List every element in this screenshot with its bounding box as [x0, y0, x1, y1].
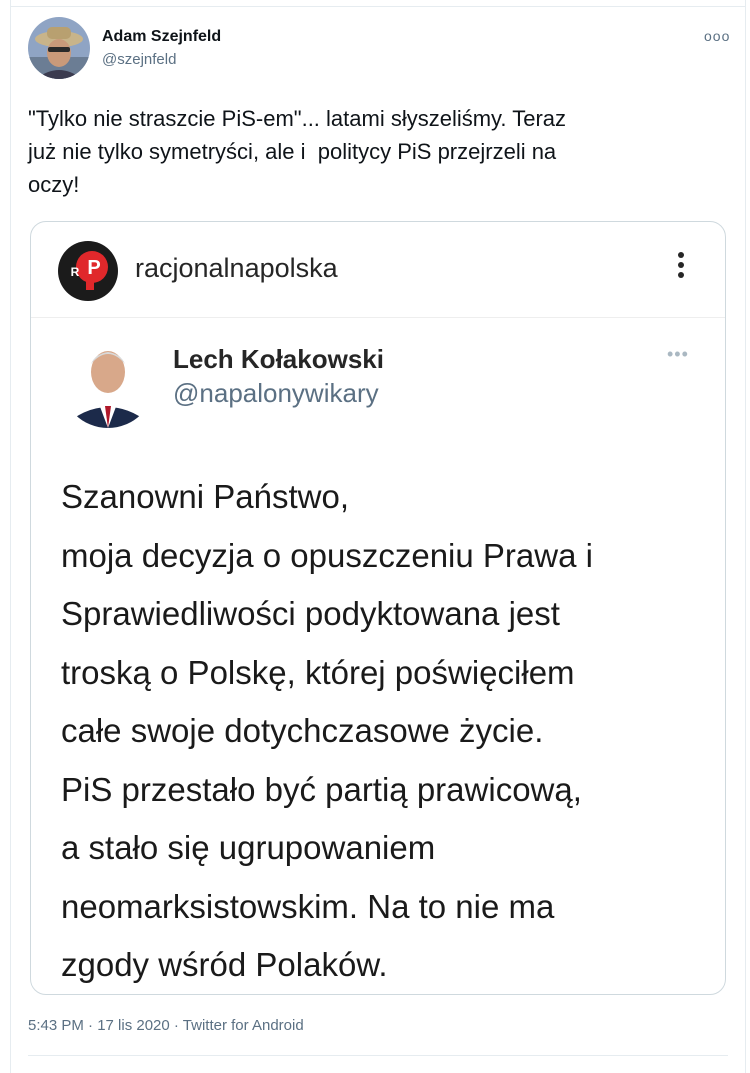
racjonalnapolska-logo: P R — [57, 240, 119, 302]
author-handle[interactable]: @szejnfeld — [102, 51, 176, 68]
svg-text:P: P — [87, 257, 100, 279]
quoted-author-avatar — [61, 334, 155, 428]
tweet-timestamp[interactable]: 5:43 PM · 17 lis 2020 · Twitter for Andr… — [28, 1017, 304, 1034]
quoted-author-handle: @napalonywikary — [173, 378, 379, 408]
right-border — [745, 0, 746, 1073]
top-divider — [10, 6, 746, 7]
embedded-image-card[interactable]: P R racjonalnapolska Lech Kołakowski @na… — [30, 221, 726, 995]
bottom-divider — [28, 1055, 728, 1056]
quoted-text: Szanowni Państwo, moja decyzja o opuszcz… — [61, 478, 593, 983]
tweet-text: "Tylko nie straszcie PiS-em"... latami s… — [28, 106, 567, 197]
more-horizontal-icon[interactable]: ooo — [704, 28, 730, 44]
svg-text:R: R — [71, 265, 80, 279]
author-avatar[interactable] — [28, 17, 90, 79]
kebab-menu-icon[interactable] — [671, 248, 691, 288]
quoted-author-name: Lech Kołakowski — [173, 344, 384, 374]
card-divider — [31, 317, 725, 318]
quoted-more-icon: ••• — [667, 344, 689, 364]
author-name[interactable]: Adam Szejnfeld — [102, 28, 221, 46]
left-border — [10, 0, 11, 1073]
account-name: racjonalnapolska — [135, 253, 338, 283]
